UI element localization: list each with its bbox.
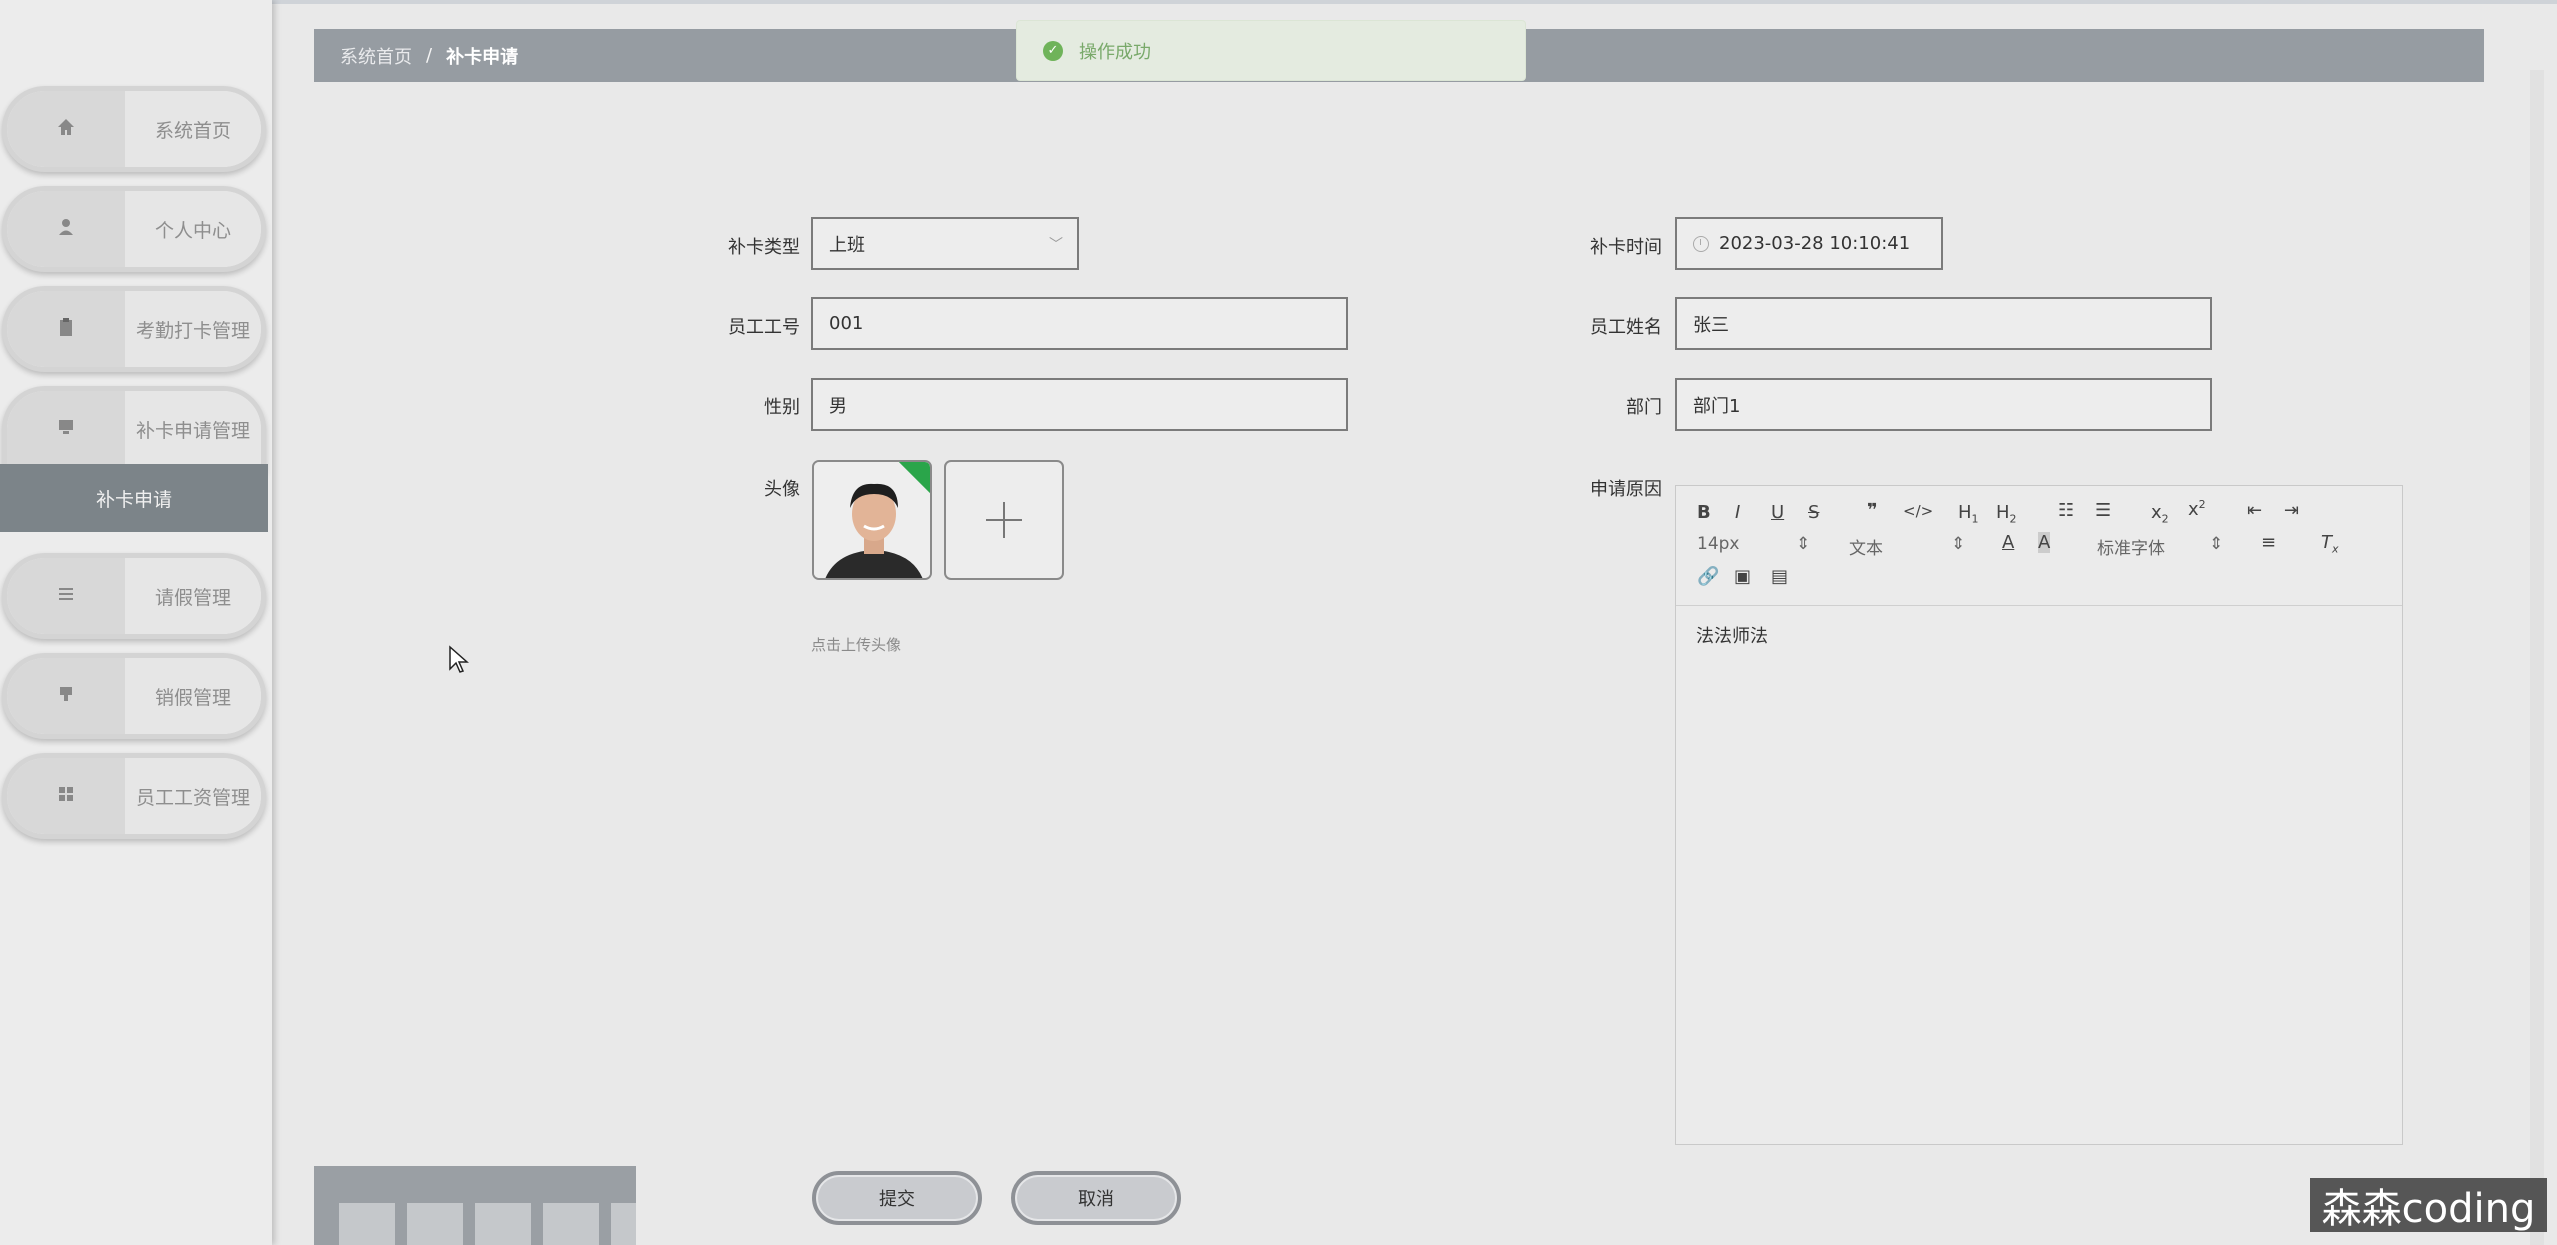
list-icon <box>56 584 76 608</box>
editor-toolbar: B I U S ❞ </> H1 H2 ☷ ☰ x2 x2 ⇤ ⇥ 14px ⇕… <box>1676 486 2402 606</box>
strikethrough-icon[interactable]: S <box>1808 502 1819 523</box>
font-color-icon[interactable]: A <box>2002 532 2014 553</box>
time-label: 补卡时间 <box>1590 237 1662 258</box>
heading1-icon[interactable]: H1 <box>1958 502 1979 526</box>
type-label: 补卡类型 <box>728 237 800 258</box>
sidebar-item-label: 请假管理 <box>125 558 261 634</box>
plus-icon <box>986 502 1022 538</box>
gender-field[interactable]: 男 <box>811 378 1348 431</box>
avatar-photo <box>814 462 930 578</box>
editor-content[interactable]: 法法师法 <box>1676 606 2402 664</box>
sidebar-item-label: 个人中心 <box>125 191 261 267</box>
emp-name-field[interactable]: 张三 <box>1675 297 2212 350</box>
type-select[interactable]: 上班 ﹀ <box>811 217 1079 270</box>
success-toast: ✓ 操作成功 <box>1016 20 1526 81</box>
dept-label: 部门 <box>1626 397 1662 418</box>
reason-editor: B I U S ❞ </> H1 H2 ☷ ☰ x2 x2 ⇤ ⇥ 14px ⇕… <box>1675 485 2403 1145</box>
sidebar-item-home[interactable]: 系统首页 <box>2 86 266 172</box>
code-icon[interactable]: </> <box>1903 502 1933 520</box>
sidebar-item-label: 员工工资管理 <box>125 758 261 834</box>
image-icon[interactable]: ▣ <box>1734 566 1751 587</box>
sidebar-item-salary[interactable]: 员工工资管理 <box>2 753 266 839</box>
indent-icon[interactable]: ⇥ <box>2284 500 2299 521</box>
breadcrumb-home[interactable]: 系统首页 <box>340 43 412 69</box>
background-color-icon[interactable]: A <box>2038 532 2051 553</box>
sidebar-item-profile[interactable]: 个人中心 <box>2 186 266 272</box>
sidebar-item-label: 销假管理 <box>125 658 261 734</box>
user-icon <box>56 217 76 241</box>
emp-no-value: 001 <box>829 313 864 334</box>
font-family-arrows-icon: ⇕ <box>2209 534 2224 554</box>
sidebar-item-leave[interactable]: 请假管理 <box>2 553 266 639</box>
check-circle-icon: ✓ <box>1043 40 1063 61</box>
panel-cell <box>475 1203 531 1245</box>
cancel-button[interactable]: 取消 <box>1011 1171 1181 1225</box>
heading2-icon[interactable]: H2 <box>1996 502 2017 526</box>
type-select-value: 上班 <box>829 234 865 256</box>
blockquote-icon[interactable]: ❞ <box>1867 500 1878 521</box>
outdent-icon[interactable]: ⇤ <box>2247 500 2262 521</box>
font-size-select[interactable]: 14px <box>1697 534 1739 554</box>
bottom-panel <box>314 1166 636 1245</box>
breadcrumb-current: 补卡申请 <box>446 46 519 68</box>
emp-name-label: 员工姓名 <box>1590 317 1662 338</box>
clipboard-icon <box>56 317 76 341</box>
sidebar-item-label: 考勤打卡管理 <box>125 291 261 367</box>
bold-icon[interactable]: B <box>1697 502 1711 523</box>
superscript-icon[interactable]: x2 <box>2188 498 2206 520</box>
font-size-arrows-icon: ⇕ <box>1796 534 1811 554</box>
sidebar-item-makeup-card[interactable]: 补卡申请管理 <box>2 386 266 472</box>
mouse-cursor-icon <box>448 645 470 679</box>
home-icon <box>56 117 76 141</box>
video-icon[interactable]: ▤ <box>1771 566 1788 587</box>
panel-cell <box>339 1203 395 1245</box>
grid-icon <box>56 784 76 808</box>
emp-no-label: 员工工号 <box>728 317 800 338</box>
emp-name-value: 张三 <box>1693 314 1729 336</box>
sidebar-subitem-makeup-apply[interactable]: 补卡申请 <box>0 464 268 532</box>
sidebar-item-label: 补卡申请管理 <box>125 391 261 467</box>
panel-cell <box>611 1203 636 1245</box>
subscript-icon[interactable]: x2 <box>2151 502 2169 526</box>
emp-no-field[interactable]: 001 <box>811 297 1348 350</box>
page-scrollbar[interactable] <box>2530 70 2544 1245</box>
breadcrumb-separator: / <box>426 45 433 66</box>
upload-avatar-button[interactable] <box>944 460 1064 580</box>
chevron-down-icon: ﹀ <box>1049 236 1063 253</box>
italic-icon[interactable]: I <box>1735 502 1740 523</box>
toast-message: 操作成功 <box>1079 41 1151 63</box>
upload-hint: 点击上传头像 <box>811 636 902 654</box>
panel-cell <box>543 1203 599 1245</box>
time-value: 2023-03-28 10:10:41 <box>1719 233 1911 254</box>
sidebar-item-label: 系统首页 <box>125 91 261 167</box>
sidebar-item-cancel-leave[interactable]: 销假管理 <box>2 653 266 739</box>
panel-cell <box>407 1203 463 1245</box>
avatar-thumbnail[interactable] <box>812 460 932 580</box>
bullet-list-icon[interactable]: ☰ <box>2095 500 2111 521</box>
align-icon[interactable]: ≡ <box>2261 532 2276 553</box>
time-picker[interactable]: 2023-03-28 10:10:41 <box>1675 217 1943 270</box>
underline-icon[interactable]: U <box>1771 502 1784 523</box>
submit-button[interactable]: 提交 <box>812 1171 982 1225</box>
gender-label: 性别 <box>764 397 800 418</box>
top-border <box>0 0 2557 4</box>
ordered-list-icon[interactable]: ☷ <box>2058 500 2074 521</box>
sidebar: 系统首页 个人中心 考勤打卡管理 补卡申请管理 补卡申请 请假管理 销假管理 员… <box>0 0 272 1245</box>
monitor-icon <box>56 417 76 441</box>
sidebar-item-attendance[interactable]: 考勤打卡管理 <box>2 286 266 372</box>
watermark: 森森coding <box>2310 1178 2547 1232</box>
clear-format-icon[interactable]: Tx <box>2321 532 2339 556</box>
dept-value: 部门1 <box>1693 395 1741 417</box>
clock-icon <box>1693 235 1709 252</box>
text-type-arrows-icon: ⇕ <box>1951 534 1966 554</box>
link-icon[interactable]: 🔗 <box>1697 566 1719 587</box>
gender-value: 男 <box>829 395 847 417</box>
reason-label: 申请原因 <box>1590 479 1662 500</box>
text-type-select[interactable]: 文本 <box>1849 534 1883 559</box>
stamp-icon <box>56 684 76 708</box>
font-family-select[interactable]: 标准字体 <box>2097 534 2165 559</box>
avatar-label: 头像 <box>764 479 800 500</box>
dept-field[interactable]: 部门1 <box>1675 378 2212 431</box>
